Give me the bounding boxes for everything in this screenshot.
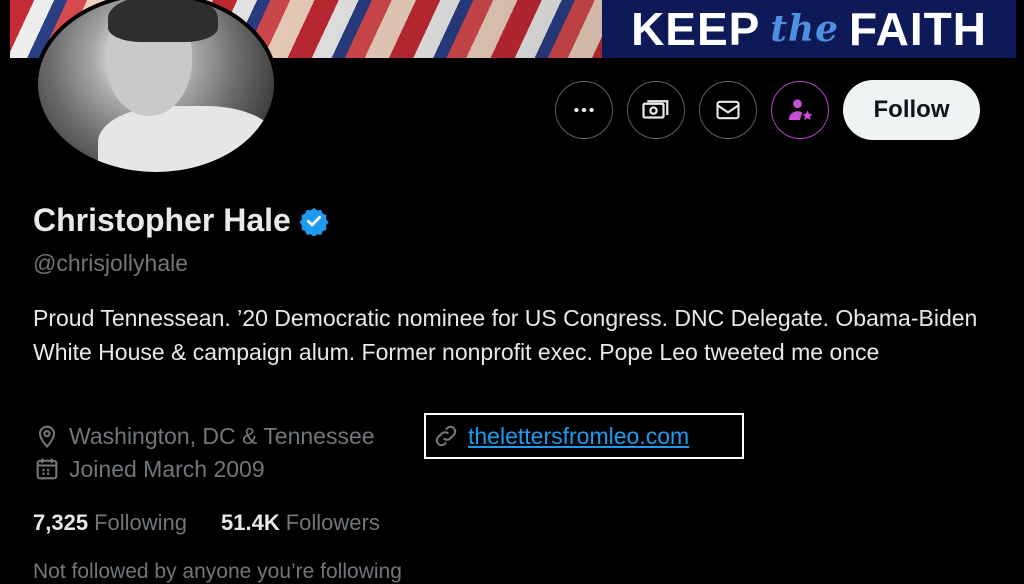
handle: @chrisjollyhale: [33, 250, 189, 276]
followers-label: Followers: [285, 510, 380, 535]
subscribe-button[interactable]: [771, 81, 829, 139]
envelope-icon: [716, 100, 740, 120]
money-icon: [642, 100, 669, 119]
profile-actions: Follow: [555, 80, 980, 140]
not-followed-note: Not followed by anyone you’re following: [33, 560, 402, 583]
more-horizontal-icon: [574, 107, 594, 113]
banner-sign-faith: FAITH: [849, 3, 987, 55]
calendar-icon: [36, 458, 58, 480]
following-link[interactable]: 7,325 Following: [33, 510, 187, 536]
bio: Proud Tennessean. ’20 Democratic nominee…: [33, 305, 978, 365]
joined-text: Joined March 2009: [69, 455, 265, 482]
subscribe-person-star-icon: [788, 99, 813, 120]
location-pin-icon: [38, 425, 56, 449]
followers-link[interactable]: 51.4K Followers: [221, 510, 380, 536]
following-count: 7,325: [33, 510, 89, 535]
follow-counts: 7,325 Following 51.4K Followers: [33, 510, 380, 536]
avatar[interactable]: [34, 0, 278, 176]
website-link[interactable]: thelettersfromleo.com: [468, 423, 689, 450]
banner-sign-keep: KEEP: [631, 3, 761, 55]
banner-sign: KEEP the FAITH: [602, 0, 1016, 58]
tips-button[interactable]: [627, 81, 685, 139]
website-link-box[interactable]: thelettersfromleo.com: [424, 413, 744, 459]
name-row: Christopher Hale: [33, 202, 329, 239]
joined-row: Joined March 2009: [33, 455, 265, 483]
message-button[interactable]: [699, 81, 757, 139]
more-button[interactable]: [555, 81, 613, 139]
display-name: Christopher Hale: [33, 202, 291, 238]
follow-button[interactable]: Follow: [843, 80, 980, 140]
banner-sign-the: the: [770, 8, 840, 50]
following-label: Following: [94, 510, 187, 535]
location-row: Washington, DC & Tennessee: [33, 422, 375, 450]
verified-badge-icon[interactable]: [299, 206, 329, 236]
location-text: Washington, DC & Tennessee: [69, 422, 375, 449]
avatar-hair: [108, 0, 218, 42]
followers-count: 51.4K: [221, 510, 280, 535]
link-icon: [435, 425, 457, 447]
avatar-shirt: [98, 106, 274, 172]
